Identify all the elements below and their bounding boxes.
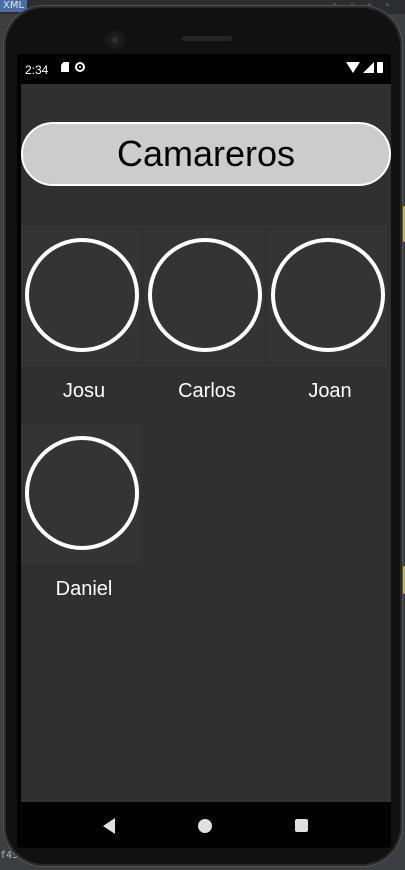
waiter-name: Josu <box>62 380 106 402</box>
recents-icon[interactable] <box>295 819 308 832</box>
app-content: Camareros Josu Carlos Joan Daniel <box>21 84 391 802</box>
waiter-avatar[interactable] <box>25 436 139 550</box>
phone-frame: 2:34 Camareros Josu Carlos Joan Daniel <box>4 6 405 866</box>
waiter-card-joan[interactable]: Joan <box>267 226 387 402</box>
speaker-grille <box>182 36 232 41</box>
waiter-avatar[interactable] <box>271 238 385 352</box>
sd-card-icon <box>61 62 69 72</box>
device-screen: 2:34 Camareros Josu Carlos Joan Daniel <box>17 54 391 848</box>
wifi-icon <box>346 62 360 73</box>
waiter-card-carlos[interactable]: Carlos <box>144 226 264 402</box>
waiter-card-daniel[interactable]: Daniel <box>21 424 141 600</box>
status-time: 2:34 <box>25 63 49 77</box>
home-icon[interactable] <box>198 819 212 833</box>
navigation-bar <box>17 802 391 848</box>
back-icon[interactable] <box>103 818 115 834</box>
page-title: Camareros <box>21 122 391 186</box>
camera-icon <box>107 32 123 48</box>
waiter-name: Joan <box>308 380 352 402</box>
waiter-card-josu[interactable]: Josu <box>21 226 141 402</box>
waiter-avatar[interactable] <box>25 238 139 352</box>
status-bar: 2:34 <box>17 54 391 84</box>
waiter-name: Carlos <box>178 380 236 402</box>
waiter-avatar[interactable] <box>148 238 262 352</box>
xml-tab[interactable]: XML <box>0 0 28 12</box>
sync-icon <box>75 62 85 72</box>
signal-icon <box>363 62 374 73</box>
waiter-name: Daniel <box>55 578 113 600</box>
battery-icon <box>377 62 383 73</box>
